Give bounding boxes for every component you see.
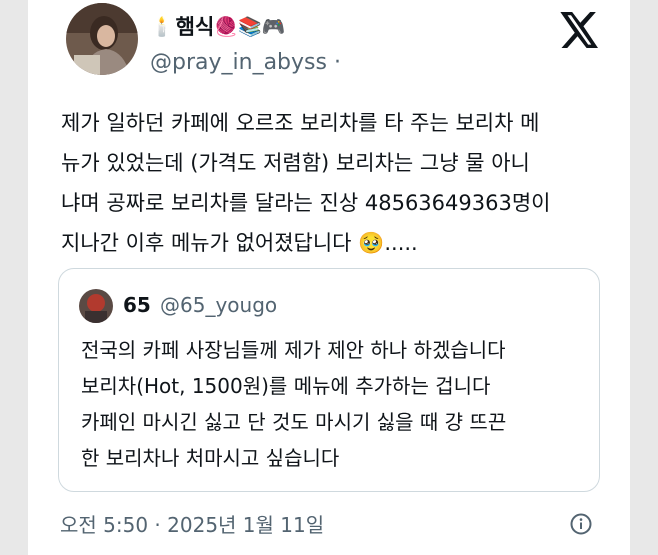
x-logo-icon[interactable] [560,12,600,48]
post-timestamp[interactable]: 오전 5:50 · 2025년 1월 11일 [60,509,324,538]
author-name[interactable]: 🕯️ 햄식 🧶📚🎮 [150,11,287,41]
author-handle-line[interactable]: @pray_in_abyss · [150,50,341,75]
post-text-trailing: ..... [384,231,418,255]
hobby-emojis: 🧶📚🎮 [214,15,286,38]
holding-back-tears-emoji: 🥹 [358,231,385,255]
quoted-handle[interactable]: @65_yougo [160,293,277,317]
candle-emoji: 🕯️ [150,15,174,38]
post-text: 제가 일하던 카페에 오르조 보리차를 타 주는 보리차 메 뉴가 있었는데 (… [61,103,621,263]
info-icon[interactable] [570,513,592,535]
author-avatar[interactable] [66,3,138,75]
post-text-main: 제가 일하던 카페에 오르조 보리차를 타 주는 보리차 메 뉴가 있었는데 (… [61,111,551,255]
tweet-card: 🕯️ 햄식 🧶📚🎮 @pray_in_abyss · 제가 일하던 카페에 오르… [28,0,630,555]
quoted-display-name[interactable]: 65 [123,293,151,317]
handle-separator: · [326,50,341,75]
author-display-name: 햄식 [175,15,215,39]
author-handle: @pray_in_abyss [150,50,327,75]
quoted-text: 전국의 카페 사장님들께 제가 제안 하나 하겠습니다 보리차(Hot, 150… [81,338,507,470]
quoted-avatar[interactable] [79,289,113,323]
quoted-tweet[interactable]: 65 @65_yougo 전국의 카페 사장님들께 제가 제안 하나 하겠습니다… [58,268,600,492]
